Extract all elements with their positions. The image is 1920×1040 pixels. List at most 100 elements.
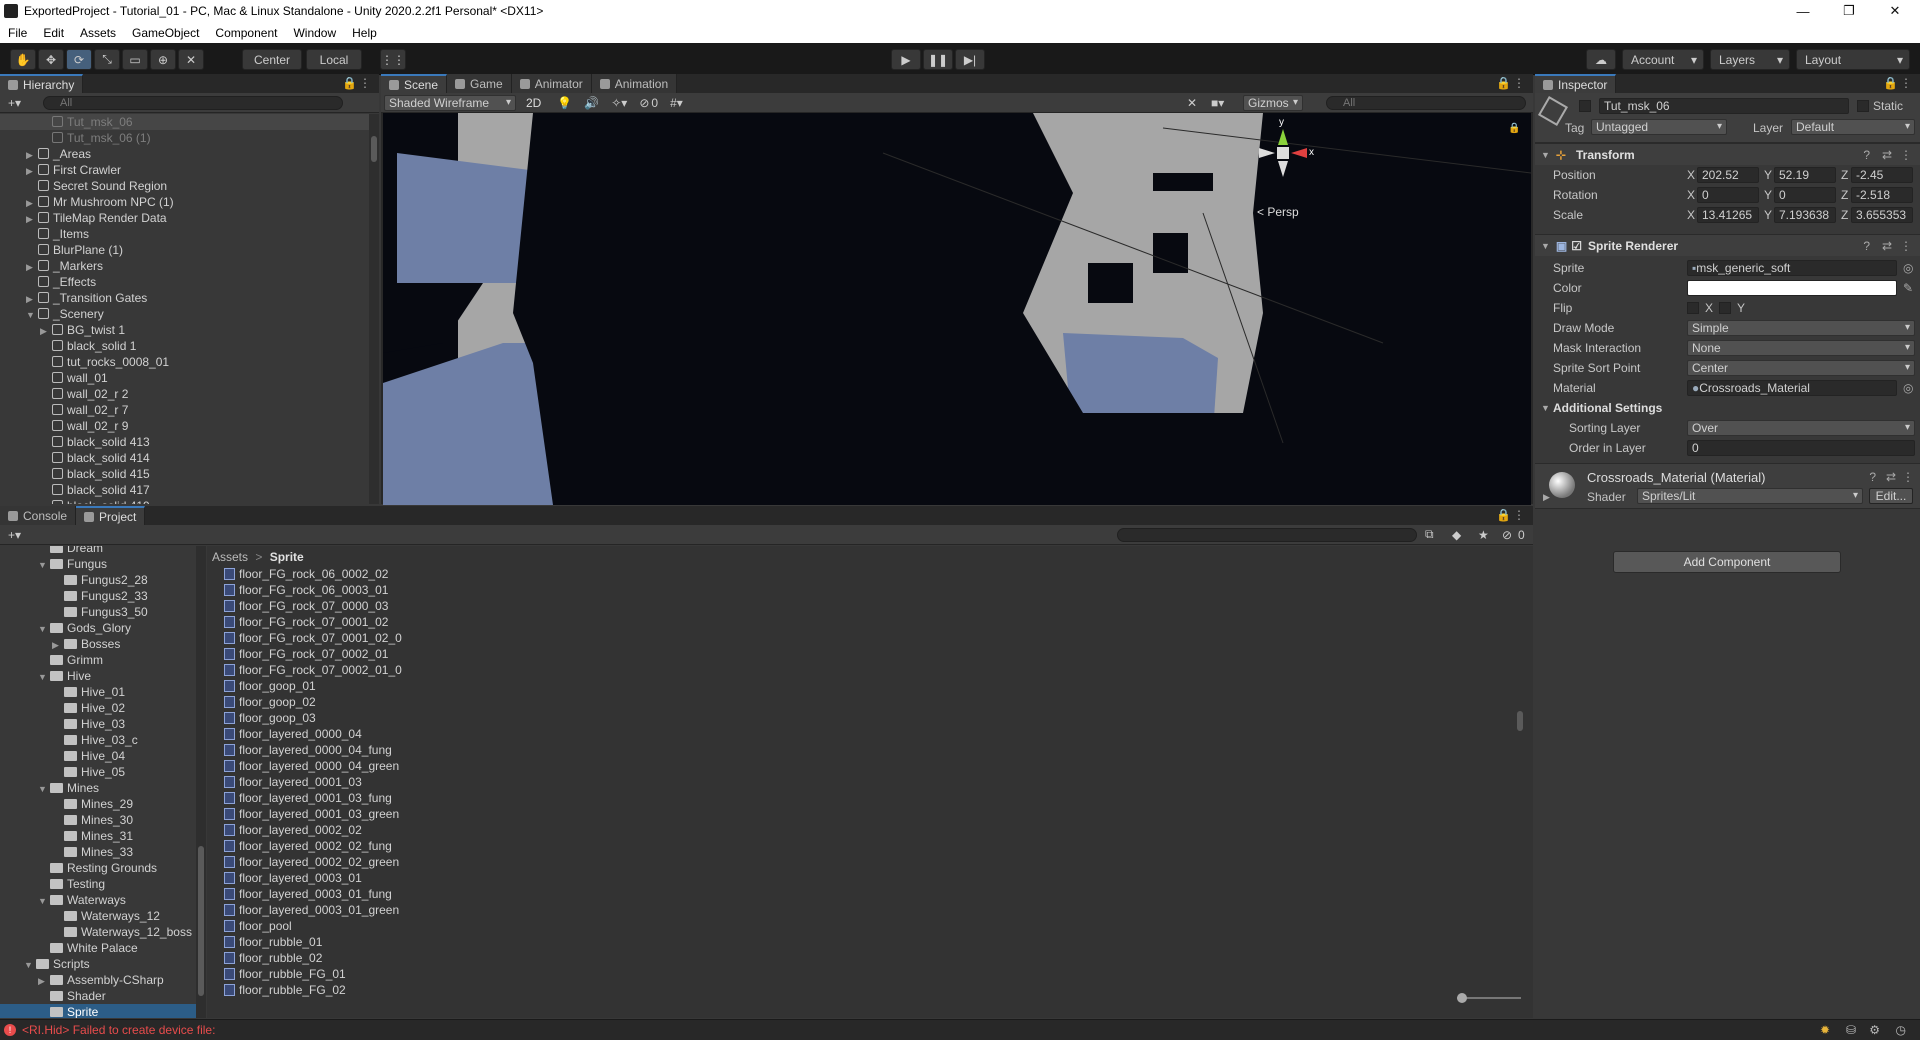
rotation-x-field[interactable]: 0	[1697, 187, 1759, 203]
rotation-z-field[interactable]: -2.518	[1851, 187, 1913, 203]
files-scrollbar[interactable]	[1515, 566, 1525, 986]
tree-scrollbar[interactable]	[196, 546, 206, 1018]
asset-item[interactable]: floor_layered_0003_01_green	[224, 902, 399, 918]
menu-item-help[interactable]: Help	[352, 26, 377, 40]
asset-item[interactable]: floor_goop_03	[224, 710, 316, 726]
kebab-menu-icon[interactable]: ⋮	[359, 76, 371, 90]
folder-item[interactable]: Testing	[0, 876, 197, 892]
lock-icon[interactable]: 🔒	[342, 76, 357, 90]
hierarchy-item[interactable]: BlurPlane (1)	[26, 242, 370, 258]
asset-item[interactable]: floor_rubble_01	[224, 934, 322, 950]
hierarchy-item[interactable]: Tut_msk_06	[0, 114, 370, 130]
tab-animation[interactable]: Animation	[591, 74, 678, 93]
lock-icon[interactable]: 🔒	[1496, 76, 1511, 90]
layers-dropdown[interactable]: Layers ▾	[1710, 49, 1790, 70]
folder-item[interactable]: Waterways_12	[0, 908, 197, 924]
add-icon[interactable]: +▾	[8, 528, 21, 542]
hierarchy-item[interactable]: ▶ BG_twist 1	[40, 322, 370, 338]
kebab-menu-icon[interactable]: ⋮	[1513, 76, 1525, 90]
asset-item[interactable]: floor_layered_0001_03_green	[224, 806, 399, 822]
hierarchy-item[interactable]: ▶ First Crawler	[26, 162, 370, 178]
folder-item[interactable]: Hive_02	[0, 700, 197, 716]
scene-search-input[interactable]	[1326, 96, 1526, 110]
auto-generate-lighting-icon[interactable]: ⚙	[1869, 1023, 1880, 1037]
hierarchy-item[interactable]: ▶ Mr Mushroom NPC (1)	[26, 194, 370, 210]
hierarchy-item[interactable]: _Items	[26, 226, 370, 242]
kebab-menu-icon[interactable]: ⋮	[1902, 470, 1914, 484]
hidden-objects-icon[interactable]: ⊘	[639, 96, 649, 110]
status-message[interactable]: <RI.Hid> Failed to create device file:	[22, 1023, 215, 1037]
folder-item[interactable]: ▶ Assembly-CSharp	[0, 972, 197, 988]
help-icon[interactable]: ?	[1863, 148, 1870, 162]
hierarchy-item[interactable]: wall_02_r 7	[40, 402, 370, 418]
maximize-button[interactable]: ❐	[1826, 0, 1872, 22]
folder-item[interactable]: Shader	[0, 988, 197, 1004]
enabled-checkbox[interactable]: ☑	[1571, 239, 1582, 253]
hierarchy-item[interactable]: ▶ _Areas	[26, 146, 370, 162]
gizmo-x-axis[interactable]	[1291, 148, 1307, 158]
folder-item[interactable]: Grimm	[0, 652, 197, 668]
hierarchy-item[interactable]: black_solid 413	[40, 434, 370, 450]
slider-handle[interactable]	[1457, 993, 1467, 1003]
asset-item[interactable]: floor_rubble_FG_02	[224, 982, 346, 998]
folder-item[interactable]: Hive_03_c	[0, 732, 197, 748]
minimize-button[interactable]: —	[1780, 0, 1826, 22]
hierarchy-item[interactable]: Secret Sound Region	[26, 178, 370, 194]
custom-tool-button[interactable]: ✕	[178, 49, 204, 70]
asset-item[interactable]: floor_FG_rock_06_0003_01	[224, 582, 388, 598]
zoom-slider[interactable]	[1457, 993, 1521, 1003]
menu-item-component[interactable]: Component	[215, 26, 277, 40]
asset-item[interactable]: floor_FG_rock_07_0001_02_0	[224, 630, 402, 646]
pivot-local-button[interactable]: Local	[306, 49, 362, 70]
chevron-right-icon[interactable]: ▶	[40, 323, 52, 339]
asset-item[interactable]: floor_layered_0000_04	[224, 726, 362, 742]
hand-tool-button[interactable]: ✋	[10, 49, 36, 70]
folder-item[interactable]: ▼ Gods_Glory	[0, 620, 197, 636]
hierarchy-item[interactable]: wall_01	[40, 370, 370, 386]
mask-interaction-dropdown[interactable]: None	[1687, 340, 1915, 356]
chevron-right-icon[interactable]: ▶	[26, 163, 38, 179]
mode-2d-toggle[interactable]: 2D	[520, 96, 547, 110]
object-name-field[interactable]: Tut_msk_06	[1599, 98, 1849, 114]
menu-item-window[interactable]: Window	[293, 26, 336, 40]
shading-mode-dropdown[interactable]: Shaded Wireframe	[384, 94, 516, 111]
sorting-layer-dropdown[interactable]: Over	[1687, 420, 1915, 436]
kebab-menu-icon[interactable]: ⋮	[1900, 76, 1912, 90]
folder-item[interactable]: Waterways_12_boss	[0, 924, 197, 940]
folder-item[interactable]: ▼ Hive	[0, 668, 197, 684]
chevron-down-icon[interactable]: ▼	[38, 669, 50, 685]
folder-item[interactable]: Hive_05	[0, 764, 197, 780]
menu-item-gameobject[interactable]: GameObject	[132, 26, 199, 40]
filter-label-icon[interactable]: ◆	[1452, 528, 1461, 542]
chevron-down-icon[interactable]: ▼	[38, 893, 50, 909]
position-x-field[interactable]: 202.52	[1697, 167, 1759, 183]
lock-icon[interactable]: 🔒	[1883, 76, 1898, 90]
help-icon[interactable]: ?	[1869, 470, 1876, 484]
move-tool-button[interactable]: ✥	[38, 49, 64, 70]
folder-item[interactable]: Mines_30	[0, 812, 197, 828]
hierarchy-search-input[interactable]	[43, 95, 344, 110]
scale-z-field[interactable]: 3.655353	[1851, 207, 1913, 223]
flip-y-checkbox[interactable]	[1719, 302, 1731, 314]
shader-dropdown[interactable]: Sprites/Lit	[1637, 488, 1863, 504]
folder-item[interactable]: ▼ Scripts	[0, 956, 197, 972]
folder-item[interactable]: Mines_33	[0, 844, 197, 860]
folder-item[interactable]: Sprite	[0, 1004, 197, 1018]
gizmo-y-axis[interactable]	[1278, 129, 1288, 145]
folder-item[interactable]: Hive_03	[0, 716, 197, 732]
hierarchy-item[interactable]: ▶ _Markers	[26, 258, 370, 274]
folder-item[interactable]: Mines_29	[0, 796, 197, 812]
rect-tool-button[interactable]: ▭	[122, 49, 148, 70]
preset-icon[interactable]: ⇄	[1882, 239, 1892, 253]
chevron-down-icon[interactable]: ▼	[24, 957, 36, 973]
position-y-field[interactable]: 52.19	[1774, 167, 1836, 183]
persp-toggle[interactable]: < Persp	[1257, 205, 1299, 219]
hierarchy-item[interactable]: black_solid 419	[40, 498, 370, 504]
folder-item[interactable]: Resting Grounds	[0, 860, 197, 876]
project-search-input[interactable]	[1117, 528, 1417, 542]
scale-y-field[interactable]: 7.193638	[1774, 207, 1836, 223]
rotation-y-field[interactable]: 0	[1774, 187, 1836, 203]
asset-item[interactable]: floor_layered_0001_03_fung	[224, 790, 392, 806]
hierarchy-scrollbar[interactable]	[369, 114, 379, 504]
sort-point-dropdown[interactable]: Center	[1687, 360, 1915, 376]
